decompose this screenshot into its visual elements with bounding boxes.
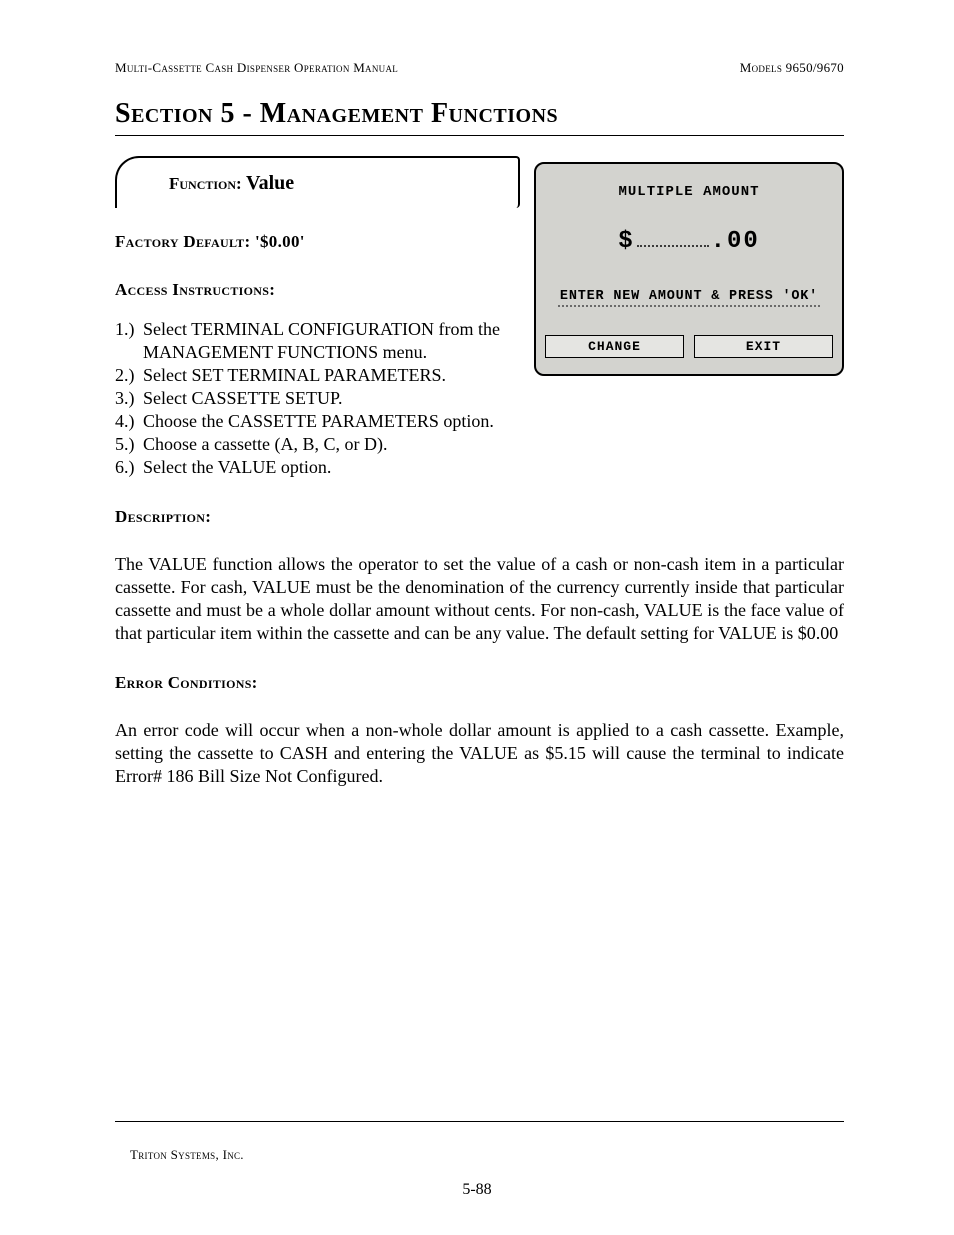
error-heading: Error Conditions:: [115, 673, 844, 693]
function-tab: Function: Value: [115, 156, 520, 208]
amount-input-blank[interactable]: [637, 245, 709, 247]
title-rule: [115, 135, 844, 136]
currency-symbol: $: [618, 228, 634, 255]
list-item: 5.)Choose a cassette (A, B, C, or D).: [115, 433, 844, 456]
section-title: Section 5 - Management Functions: [115, 98, 844, 130]
terminal-screen: MULTIPLE AMOUNT $ .00 ENTER NEW AMOUNT & …: [534, 162, 844, 376]
screen-amount: $ .00: [545, 228, 833, 255]
page-number: 5-88: [0, 1181, 954, 1199]
header-right: Models 9650/9670: [740, 60, 844, 76]
list-item: 4.)Choose the CASSETTE PARAMETERS option…: [115, 410, 844, 433]
function-value: Value: [246, 172, 294, 194]
description-text: The VALUE function allows the operator t…: [115, 553, 844, 645]
header-left: Multi-Cassette Cash Dispenser Operation …: [115, 60, 398, 76]
error-text: An error code will occur when a non-whol…: [115, 719, 844, 788]
amount-fraction: .00: [711, 228, 760, 255]
footer-rule: [115, 1121, 844, 1122]
screen-instruction: ENTER NEW AMOUNT & PRESS 'OK': [558, 289, 820, 307]
change-button[interactable]: CHANGE: [545, 335, 684, 358]
factory-default-label: Factory Default:: [115, 232, 250, 251]
screen-title: MULTIPLE AMOUNT: [545, 184, 833, 200]
function-label: Function:: [169, 174, 242, 193]
footer-company: Triton Systems, Inc.: [130, 1147, 244, 1163]
exit-button[interactable]: EXIT: [694, 335, 833, 358]
description-heading: Description:: [115, 507, 844, 527]
list-item: 3.)Select CASSETTE SETUP.: [115, 387, 844, 410]
factory-default-value: '$0.00': [255, 232, 305, 251]
list-item: 6.)Select the VALUE option.: [115, 456, 844, 479]
